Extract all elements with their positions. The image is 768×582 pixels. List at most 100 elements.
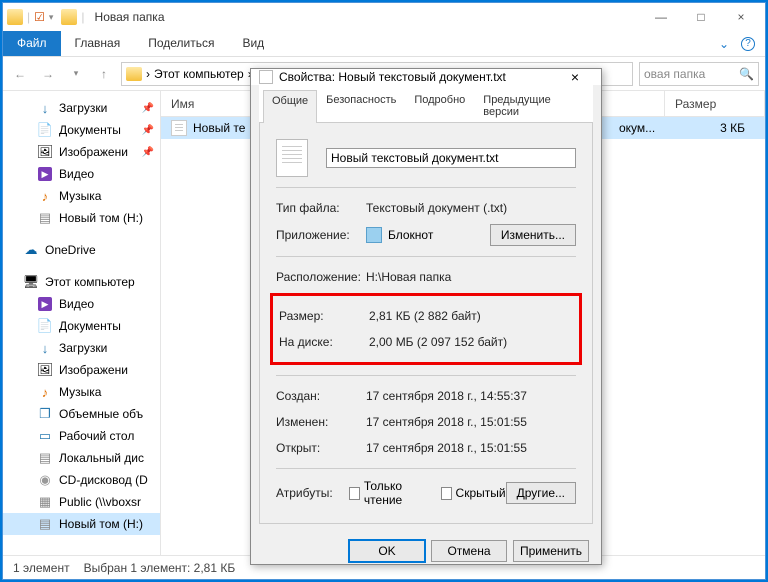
sidebar-item-pc-desktop[interactable]: Рабочий стол [3,425,160,447]
type-value: Текстовый документ (.txt) [366,201,576,215]
size-value: 2,81 КБ (2 882 байт) [369,309,573,323]
help-icon[interactable]: ? [741,37,755,51]
properties-dialog: Свойства: Новый текстовый документ.txt ×… [250,68,602,565]
sidebar-item-pc-localdisk[interactable]: Локальный дис [3,447,160,469]
folder-icon [7,9,23,25]
apply-button[interactable]: Применить [513,540,589,562]
readonly-label: Только чтение [364,479,429,507]
hidden-checkbox[interactable] [441,487,452,500]
sidebar-item-images[interactable]: Изображени📌 [3,141,160,163]
tab-file[interactable]: Файл [3,31,61,56]
sidebar-item-pc-docs[interactable]: Документы [3,315,160,337]
objects-icon [37,406,53,422]
tab-general[interactable]: Общие [263,90,317,123]
sidebar-item-pc-3dobjects[interactable]: Объемные объ [3,403,160,425]
minimize-button[interactable]: — [641,3,681,31]
change-app-button[interactable]: Изменить... [490,224,576,246]
nav-tree[interactable]: Загрузки📌 Документы📌 Изображени📌 Видео М… [3,91,161,555]
drive-icon [37,516,53,532]
qat-check-icon[interactable]: ☑ [34,10,45,24]
tab-home[interactable]: Главная [61,31,135,56]
search-placeholder: овая папка [644,67,705,81]
file-size: 3 КБ [720,121,745,135]
other-attributes-button[interactable]: Другие... [506,482,576,504]
status-selection: Выбран 1 элемент: 2,81 КБ [84,561,236,575]
video-icon [37,166,53,182]
qat-overflow-icon[interactable]: ▾ [49,12,54,23]
pin-icon: 📌 [142,125,154,136]
drive-icon [37,210,53,226]
document-icon [37,122,53,138]
modified-value: 17 сентября 2018 г., 15:01:55 [366,415,576,429]
status-count: 1 элемент [13,561,70,575]
ribbon-collapse-icon[interactable]: ⌄ [719,37,729,51]
dialog-titlebar: Свойства: Новый текстовый документ.txt × [251,69,601,85]
picture-icon [37,362,53,378]
col-date[interactable] [601,91,665,116]
sidebar-item-pc-newvol[interactable]: Новый том (H:) [3,513,160,535]
app-label: Приложение: [276,228,366,242]
history-button[interactable]: ▾ [65,63,87,85]
accessed-label: Открыт: [276,441,366,455]
breadcrumb-chev-icon[interactable]: › [146,67,150,81]
highlight-annotation: Размер:2,81 КБ (2 882 байт) На диске:2,0… [270,293,582,365]
breadcrumb-item[interactable]: Этот компьютер [154,67,244,81]
ok-button[interactable]: OK [349,540,425,562]
type-label: Тип файла: [276,201,366,215]
document-icon [37,318,53,334]
sidebar-item-pc-video[interactable]: Видео [3,293,160,315]
desktop-icon [37,428,53,444]
titlebar: | ☑ ▾ | Новая папка — □ × [3,3,765,31]
close-button[interactable]: × [721,3,761,31]
sidebar-item-music[interactable]: Музыка [3,185,160,207]
textfile-icon [171,120,187,136]
tab-view[interactable]: Вид [228,31,278,56]
ribbon: Файл Главная Поделиться Вид ⌄ ? [3,31,765,57]
onedrive-icon [23,242,39,258]
qat-sep2: | [81,10,84,24]
forward-button[interactable]: → [37,63,59,85]
readonly-checkbox[interactable] [349,487,360,500]
sidebar-item-pc-public[interactable]: Public (\\vboxsr [3,491,160,513]
folder-icon [61,9,77,25]
modified-label: Изменен: [276,415,366,429]
dialog-body: Тип файла:Текстовый документ (.txt) Прил… [259,123,593,524]
sidebar-item-onedrive[interactable]: OneDrive [3,239,160,261]
sidebar-item-documents[interactable]: Документы📌 [3,119,160,141]
sidebar-item-video[interactable]: Видео [3,163,160,185]
drive-icon [37,450,53,466]
location-label: Расположение: [276,270,366,284]
tab-security[interactable]: Безопасность [317,89,405,122]
dialog-close-button[interactable]: × [557,69,593,85]
cancel-button[interactable]: Отмена [431,540,507,562]
file-date: окум... [619,121,655,135]
dialog-tabs: Общие Безопасность Подробно Предыдущие в… [259,85,593,123]
file-type-icon [276,139,308,177]
pin-icon: 📌 [142,147,154,158]
download-icon [37,100,53,116]
tab-previous-versions[interactable]: Предыдущие версии [474,89,589,122]
pin-icon: 📌 [142,103,154,114]
size-label: Размер: [279,309,369,323]
up-button[interactable]: ↑ [93,63,115,85]
sidebar-item-newvol[interactable]: Новый том (H:) [3,207,160,229]
tab-share[interactable]: Поделиться [134,31,228,56]
sidebar-item-pc-images[interactable]: Изображени [3,359,160,381]
folder-icon [126,67,142,81]
back-button[interactable]: ← [9,63,31,85]
filename-input[interactable] [326,148,576,168]
download-icon [37,340,53,356]
sidebar-item-thispc[interactable]: Этот компьютер [3,271,160,293]
sidebar-item-pc-music[interactable]: Музыка [3,381,160,403]
sidebar-item-pc-downloads[interactable]: Загрузки [3,337,160,359]
tab-details[interactable]: Подробно [405,89,474,122]
hidden-label: Скрытый [456,486,506,500]
maximize-button[interactable]: □ [681,3,721,31]
cd-icon [37,472,53,488]
disk-label: На диске: [279,335,369,349]
picture-icon [37,144,53,160]
sidebar-item-downloads[interactable]: Загрузки📌 [3,97,160,119]
search-input[interactable]: овая папка 🔍 [639,62,759,86]
sidebar-item-pc-cd[interactable]: CD-дисковод (D [3,469,160,491]
col-size[interactable]: Размер [665,91,765,116]
